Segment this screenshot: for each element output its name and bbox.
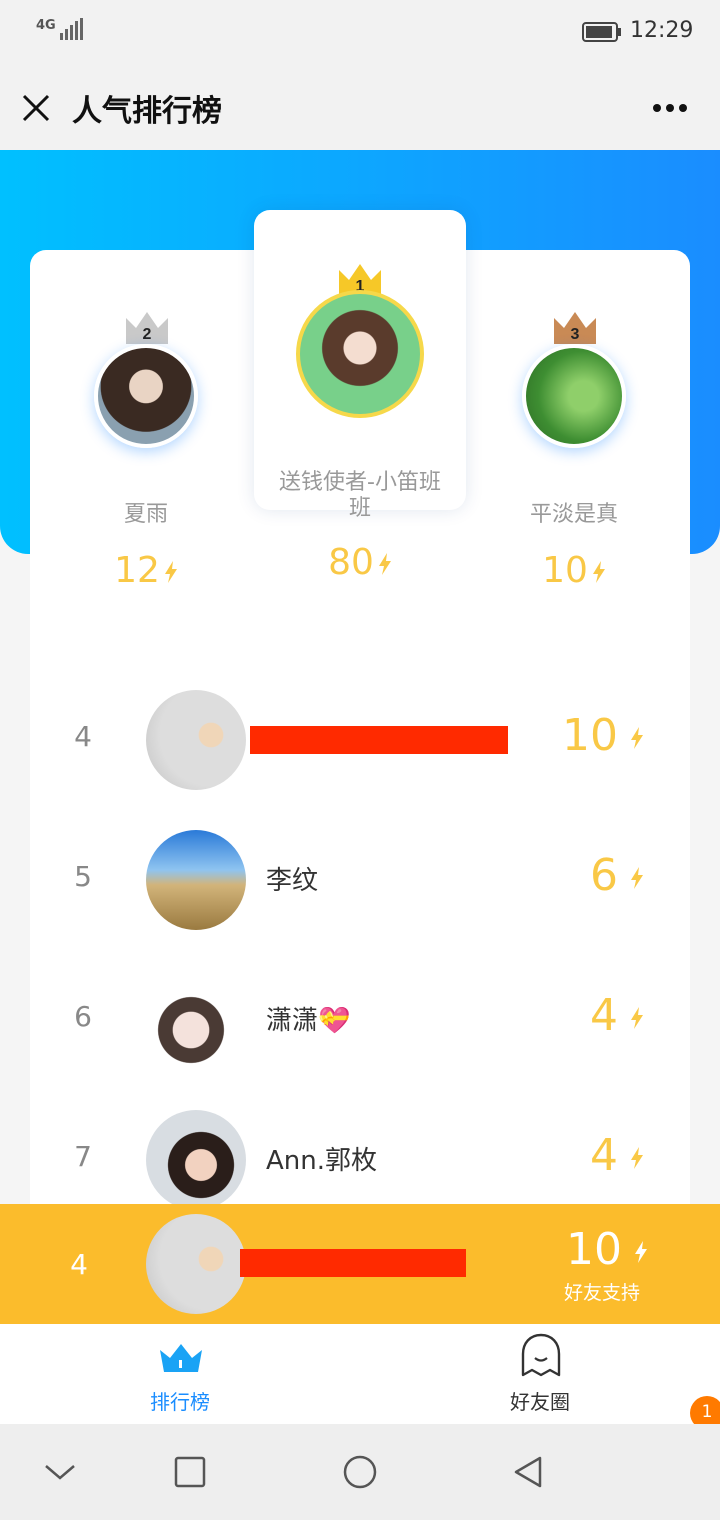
row-score-value: 4: [590, 990, 618, 1041]
row-score-value: 6: [590, 850, 618, 901]
lightning-icon: [378, 553, 391, 575]
avatar: [522, 344, 626, 448]
back-icon[interactable]: [508, 1452, 548, 1492]
system-nav-bar: [0, 1424, 720, 1520]
row-name: 李纹: [266, 866, 319, 896]
lightning-icon: [631, 867, 643, 889]
my-score: 10: [566, 1224, 648, 1275]
lightning-icon: [635, 1241, 647, 1263]
row-score: 6: [590, 850, 644, 901]
tab-label: 好友圈: [510, 1390, 570, 1414]
podium-rank-label: 3: [571, 326, 580, 343]
network-type: 4G: [36, 18, 56, 33]
podium-name: 夏雨: [123, 502, 168, 527]
podium-score-value: 80: [328, 542, 374, 583]
row-score: 4: [590, 990, 644, 1041]
crown-bronze-icon: 3: [554, 312, 596, 344]
list-item[interactable]: 5 李纹 6: [30, 810, 690, 950]
podium-score: 80: [250, 542, 470, 583]
avatar: [146, 970, 246, 1070]
title-bar: 人气排行榜: [0, 64, 720, 150]
avatar: [296, 290, 424, 418]
rank-number: 5: [74, 860, 92, 893]
my-rank-number: 4: [70, 1248, 88, 1281]
row-score-value: 4: [590, 1130, 618, 1181]
podium-score-value: 10: [542, 550, 588, 591]
avatar: [94, 344, 198, 448]
lightning-icon: [631, 1147, 643, 1169]
podium-second[interactable]: 2 夏雨 12: [36, 310, 256, 591]
podium-score: 12: [36, 550, 256, 591]
podium-first[interactable]: 1 送钱使者-小笛班班 80: [250, 262, 470, 583]
row-score: 10: [562, 710, 644, 761]
status-bar: 4G 12:29: [0, 0, 720, 64]
ghost-icon: [521, 1333, 561, 1377]
podium-third[interactable]: 3 平淡是真 10: [464, 310, 684, 591]
chevron-down-icon[interactable]: [40, 1452, 80, 1492]
redacted-name: [250, 726, 508, 754]
row-name: Ann.郭枚: [266, 1146, 378, 1176]
lightning-icon: [164, 561, 177, 583]
tab-bar: 排行榜 好友圈: [0, 1324, 720, 1424]
crown-icon: [160, 1344, 202, 1372]
podium-rank-label: 2: [143, 326, 152, 343]
battery-icon: [582, 22, 621, 42]
avatar: [146, 690, 246, 790]
row-score-value: 10: [562, 710, 618, 761]
home-icon[interactable]: [340, 1452, 380, 1492]
close-button[interactable]: [16, 88, 56, 128]
recent-apps-icon[interactable]: [170, 1452, 210, 1492]
row-name: 潇潇💝: [266, 1006, 351, 1036]
tab-label: 排行榜: [150, 1390, 210, 1414]
more-icon: [653, 104, 687, 112]
rank-number: 6: [74, 1000, 92, 1033]
podium-score: 10: [464, 550, 684, 591]
podium-name: 送钱使者-小笛班班: [279, 470, 441, 521]
rank-number: 7: [74, 1140, 92, 1173]
rank-number: 4: [74, 720, 92, 753]
lightning-icon: [631, 1007, 643, 1029]
crown-silver-icon: 2: [126, 312, 168, 344]
lightning-icon: [592, 561, 605, 583]
friend-support-label: 好友支持: [564, 1282, 641, 1304]
tab-friends[interactable]: 好友圈: [440, 1324, 640, 1424]
podium-score-value: 12: [114, 550, 160, 591]
avatar: [146, 830, 246, 930]
avatar: [146, 1214, 246, 1314]
redacted-name: [240, 1249, 466, 1277]
page-title: 人气排行榜: [72, 94, 222, 129]
list-item[interactable]: 4 10: [30, 670, 690, 810]
more-button[interactable]: [640, 88, 700, 128]
podium-name: 平淡是真: [529, 502, 618, 527]
clock: 12:29: [630, 18, 694, 43]
tab-ranking[interactable]: 排行榜: [80, 1324, 280, 1424]
avatar: [146, 1110, 246, 1210]
my-score-value: 10: [566, 1224, 622, 1275]
list-item[interactable]: 6 潇潇💝 4: [30, 950, 690, 1090]
close-icon: [22, 94, 50, 122]
row-score: 4: [590, 1130, 644, 1181]
my-rank-bar[interactable]: 4 10 好友支持: [0, 1204, 720, 1324]
lightning-icon: [631, 727, 643, 749]
signal-icon: [60, 18, 83, 40]
